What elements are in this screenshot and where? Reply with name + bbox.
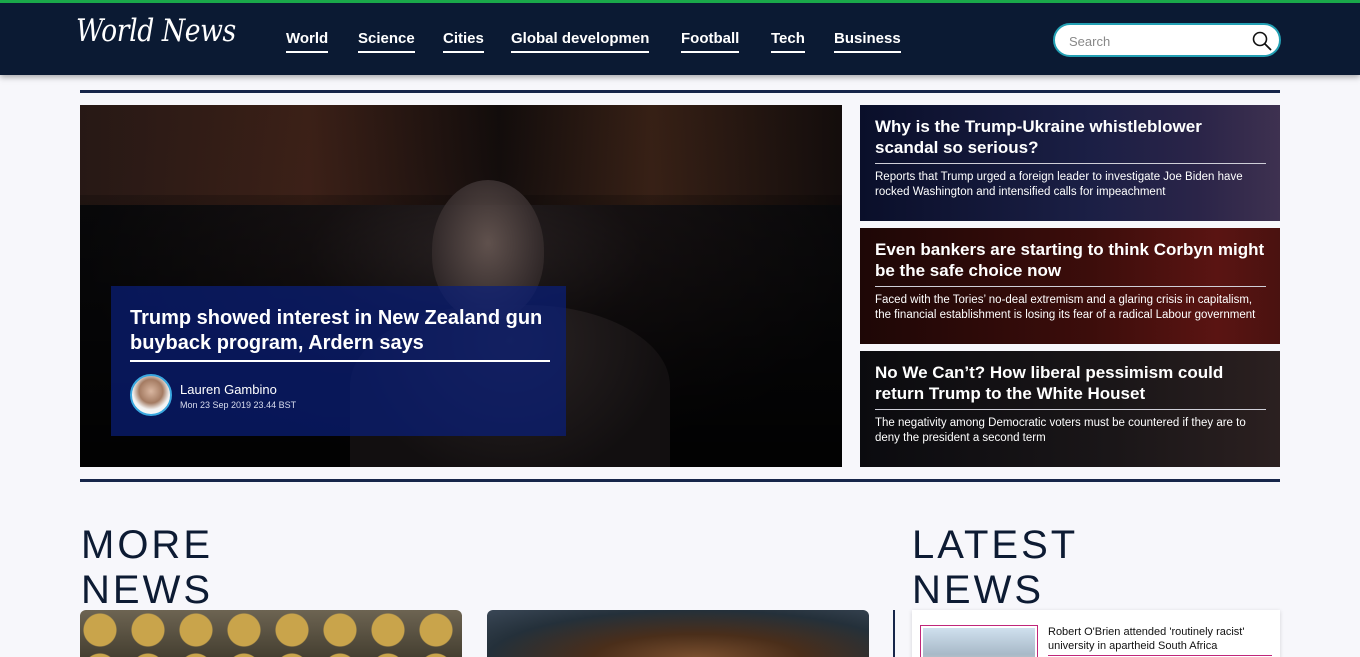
search-input[interactable] bbox=[1069, 31, 1249, 51]
nav-item-cities[interactable]: Cities bbox=[443, 30, 484, 53]
nav-item-tech[interactable]: Tech bbox=[771, 30, 805, 53]
publish-date: Mon 23 Sep 2019 23.44 BST bbox=[180, 400, 297, 410]
search-icon[interactable] bbox=[1251, 30, 1273, 52]
author-name[interactable]: Lauren Gambino bbox=[180, 382, 277, 397]
top-navigation-bar: World News World Science Cities Global d… bbox=[0, 0, 1360, 75]
nav-item-world[interactable]: World bbox=[286, 30, 329, 53]
nav-item-global-development[interactable]: Global developmen bbox=[511, 30, 650, 53]
hero-caption-card: Trump showed interest in New Zealand gun… bbox=[111, 286, 566, 436]
news-card-image[interactable] bbox=[80, 610, 462, 657]
column-divider bbox=[893, 610, 895, 657]
side-story-headline[interactable]: No We Can’t? How liberal pessimism could… bbox=[875, 362, 1266, 410]
nav-item-football[interactable]: Football bbox=[681, 30, 740, 53]
side-story[interactable]: No We Can’t? How liberal pessimism could… bbox=[860, 351, 1280, 467]
search-box bbox=[1053, 23, 1281, 57]
hero-story[interactable]: Trump showed interest in New Zealand gun… bbox=[80, 105, 842, 467]
hero-headline[interactable]: Trump showed interest in New Zealand gun… bbox=[130, 306, 550, 362]
top-divider bbox=[80, 90, 1280, 93]
side-story[interactable]: Even bankers are starting to think Corby… bbox=[860, 228, 1280, 344]
side-story-summary: Reports that Trump urged a foreign leade… bbox=[875, 171, 1243, 198]
nav-item-business[interactable]: Business bbox=[834, 30, 901, 53]
nav-item-science[interactable]: Science bbox=[358, 30, 415, 53]
author-avatar bbox=[130, 374, 172, 416]
side-story-headline[interactable]: Even bankers are starting to think Corby… bbox=[875, 239, 1266, 287]
latest-news-heading: LATEST NEWS bbox=[912, 523, 1203, 619]
news-card-image[interactable] bbox=[487, 610, 869, 657]
side-story-headline[interactable]: Why is the Trump-Ukraine whistleblower s… bbox=[875, 116, 1266, 164]
site-logo[interactable]: World News bbox=[76, 13, 236, 49]
side-story[interactable]: Why is the Trump-Ukraine whistleblower s… bbox=[860, 105, 1280, 221]
side-story-summary: The negativity among Democratic voters m… bbox=[875, 417, 1246, 444]
side-story-summary: Faced with the Tories’ no-deal extremism… bbox=[875, 294, 1256, 321]
bottom-divider bbox=[80, 479, 1280, 482]
latest-news-item[interactable]: Robert O'Brien attended 'routinely racis… bbox=[912, 610, 1280, 657]
latest-news-thumbnail bbox=[920, 625, 1038, 657]
latest-news-title[interactable]: Robert O'Brien attended 'routinely racis… bbox=[1048, 625, 1272, 656]
more-news-heading: MORE NEWS bbox=[81, 523, 339, 619]
